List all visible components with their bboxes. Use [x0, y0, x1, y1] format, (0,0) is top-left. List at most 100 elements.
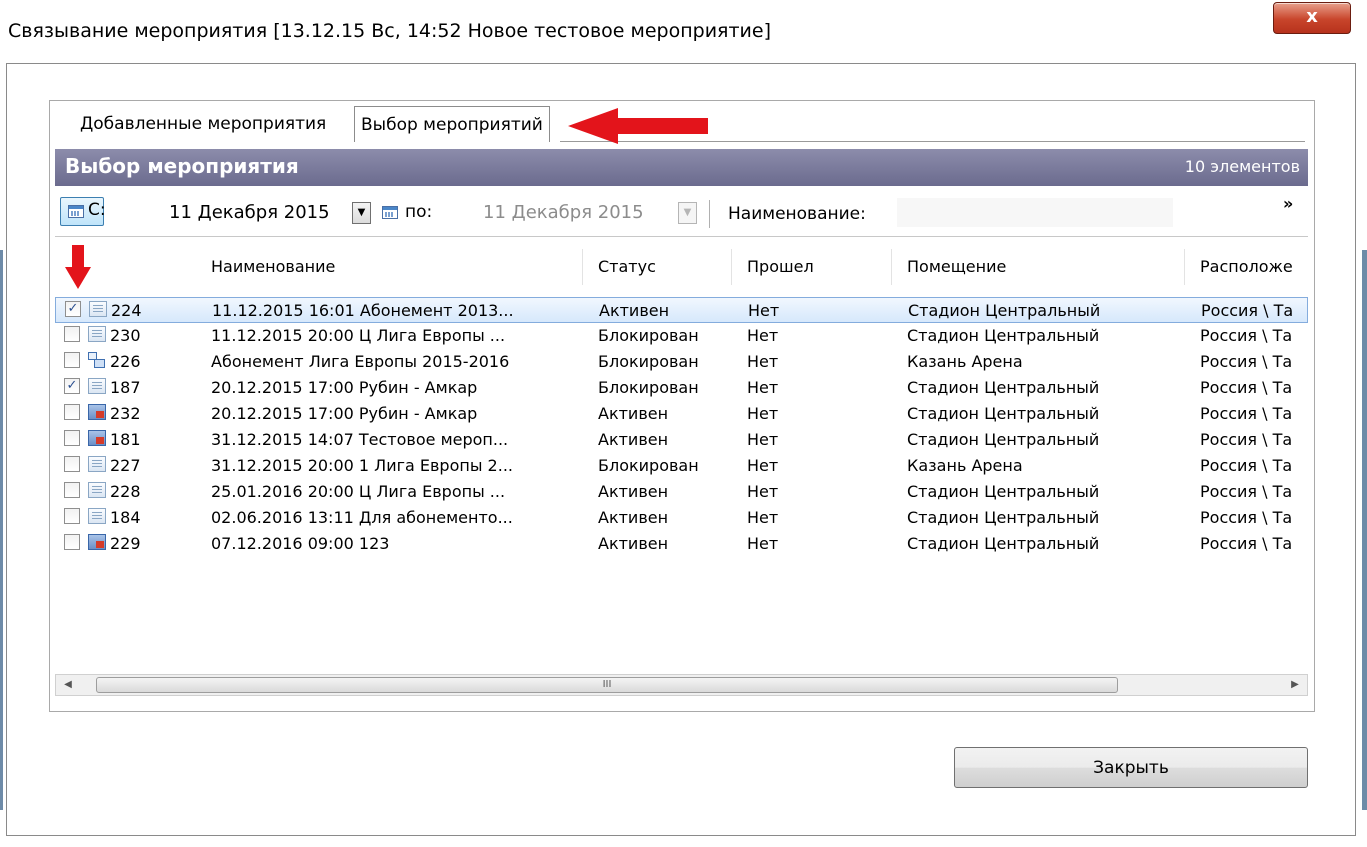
cell-name: 31.12.2015 14:07 Тестовое мероп... — [211, 430, 509, 449]
group-title: Выбор мероприятия — [65, 154, 299, 178]
group-header: Выбор мероприятия 10 элементов — [55, 149, 1308, 186]
cell-name: 31.12.2015 20:00 1 Лига Европы 2... — [211, 456, 513, 475]
cell-location: Россия \ Та — [1200, 508, 1293, 527]
cell-id: 228 — [110, 482, 141, 501]
cell-status: Активен — [598, 508, 669, 527]
cell-id: 227 — [110, 456, 141, 475]
cell-room: Стадион Центральный — [907, 378, 1100, 397]
more-options-icon[interactable]: » — [1283, 194, 1293, 213]
name-filter-label: Наименование: — [728, 204, 866, 224]
to-date-dropdown[interactable]: ▼ — [678, 202, 697, 224]
table-row[interactable]: 229 07.12.2016 09:00 123 Активен Нет Стадион… — [55, 531, 1308, 557]
table-row[interactable]: 228 25.01.2016 20:00 Ц Лига Европы ... Акт… — [55, 479, 1308, 505]
cell-passed: Нет — [747, 326, 779, 345]
cell-location: Россия \ Та — [1200, 456, 1293, 475]
row-checkbox[interactable] — [64, 482, 80, 498]
row-checkbox[interactable] — [64, 404, 80, 420]
list-icon — [88, 456, 106, 472]
table-row[interactable]: 226 Абонемент Лига Европы 2015-2016 Блокир… — [55, 349, 1308, 375]
cell-id: 230 — [110, 326, 141, 345]
table-row[interactable]: 227 31.12.2015 20:00 1 Лига Европы 2... Бл… — [55, 453, 1308, 479]
schedule-icon — [88, 430, 106, 446]
cell-id: 229 — [110, 534, 141, 553]
scroll-left-icon[interactable]: ◀ — [60, 677, 76, 693]
cell-room: Стадион Центральный — [907, 430, 1100, 449]
from-label: С: — [88, 200, 106, 220]
window-close-button[interactable]: x — [1273, 2, 1351, 34]
cell-location: Россия \ Та — [1200, 378, 1293, 397]
cell-name: 25.01.2016 20:00 Ц Лига Европы ... — [211, 482, 506, 501]
from-date-dropdown[interactable]: ▼ — [352, 202, 371, 224]
to-date-calendar-icon[interactable] — [382, 206, 398, 219]
cell-status: Активен — [598, 534, 669, 553]
cell-name: Абонемент Лига Европы 2015-2016 — [211, 352, 510, 371]
list-icon — [88, 326, 106, 342]
to-date-field[interactable]: 11 Декабря 2015 — [483, 202, 644, 223]
row-checkbox[interactable] — [64, 534, 80, 550]
cell-status: Активен — [598, 404, 669, 423]
row-checkbox[interactable]: ✓ — [64, 378, 80, 394]
cell-name: 11.12.2015 20:00 Ц Лига Европы ... — [211, 326, 506, 345]
column-header-location[interactable]: Расположе — [1200, 239, 1293, 295]
table-row[interactable]: ✓ 187 20.12.2015 17:00 Рубин - Амкар Блокир… — [55, 375, 1308, 401]
cell-id: 226 — [110, 352, 141, 371]
cell-name: 20.12.2015 17:00 Рубин - Амкар — [211, 404, 478, 423]
cell-location: Россия \ Та — [1200, 326, 1293, 345]
cell-passed: Нет — [747, 482, 779, 501]
to-label: по: — [405, 202, 433, 222]
cell-location: Россия \ Та — [1200, 352, 1293, 371]
column-header-status[interactable]: Статус — [598, 239, 656, 295]
cell-name: 20.12.2015 17:00 Рубин - Амкар — [211, 378, 478, 397]
cell-passed: Нет — [747, 430, 779, 449]
cell-passed: Нет — [747, 534, 779, 553]
column-header-name[interactable]: Наименование — [211, 239, 335, 295]
row-checkbox[interactable] — [64, 326, 80, 342]
cell-status: Блокирован — [598, 378, 699, 397]
title-bar: Связывание мероприятия [13.12.15 Вс, 14:… — [0, 0, 1367, 62]
cell-room: Стадион Центральный — [907, 482, 1100, 501]
from-date-field[interactable]: 11 Декабря 2015 — [169, 202, 330, 223]
cell-room: Стадион Центральный — [907, 326, 1100, 345]
cell-id: 224 — [111, 301, 142, 320]
cell-name: 11.12.2015 16:01 Абонемент 2013... — [212, 301, 514, 320]
cell-name: 02.06.2016 13:11 Для абонементо... — [211, 508, 513, 527]
cell-room: Стадион Центральный — [908, 301, 1101, 320]
cell-location: Россия \ Та — [1200, 482, 1293, 501]
column-separator — [1184, 249, 1185, 285]
table-row[interactable]: 232 20.12.2015 17:00 Рубин - Амкар Активен… — [55, 401, 1308, 427]
cell-status: Активен — [598, 430, 669, 449]
cell-room: Стадион Центральный — [907, 404, 1100, 423]
cell-id: 181 — [110, 430, 141, 449]
scroll-right-icon[interactable]: ▶ — [1287, 677, 1303, 693]
tab-select-events[interactable]: Выбор мероприятий — [354, 106, 550, 142]
cell-status: Блокирован — [598, 352, 699, 371]
chevron-down-icon: ▼ — [683, 207, 692, 218]
table-row[interactable]: 230 11.12.2015 20:00 Ц Лига Европы ... Бло… — [55, 323, 1308, 349]
tab-added-events[interactable]: Добавленные мероприятия — [74, 106, 332, 142]
list-icon — [88, 378, 106, 394]
cell-room: Стадион Центральный — [907, 508, 1100, 527]
annotation-arrow-down — [65, 245, 91, 289]
column-separator — [891, 249, 892, 285]
column-separator — [582, 249, 583, 285]
scrollbar-thumb[interactable]: III — [96, 677, 1118, 693]
column-header-room[interactable]: Помещение — [907, 239, 1006, 295]
row-checkbox[interactable] — [64, 430, 80, 446]
cell-room: Казань Арена — [907, 352, 1023, 371]
row-checkbox[interactable] — [64, 508, 80, 524]
tree-icon — [88, 352, 106, 368]
name-filter-input[interactable] — [896, 197, 1174, 228]
row-checkbox[interactable] — [64, 456, 80, 472]
table-row[interactable]: 181 31.12.2015 14:07 Тестовое мероп... Акт… — [55, 427, 1308, 453]
close-button[interactable]: Закрыть — [954, 747, 1308, 788]
column-header-passed[interactable]: Прошел — [747, 239, 814, 295]
cell-name: 07.12.2016 09:00 123 — [211, 534, 390, 553]
calendar-icon — [68, 205, 84, 218]
horizontal-scrollbar[interactable]: ◀ III ▶ — [55, 674, 1308, 696]
table-row[interactable]: ✓ 224 11.12.2015 16:01 Абонемент 2013... Ак… — [55, 297, 1308, 323]
row-checkbox[interactable]: ✓ — [65, 301, 81, 317]
schedule-icon — [88, 404, 106, 420]
row-checkbox[interactable] — [64, 352, 80, 368]
table-row[interactable]: 184 02.06.2016 13:11 Для абонементо... Акт… — [55, 505, 1308, 531]
cell-location: Россия \ Та — [1200, 404, 1293, 423]
